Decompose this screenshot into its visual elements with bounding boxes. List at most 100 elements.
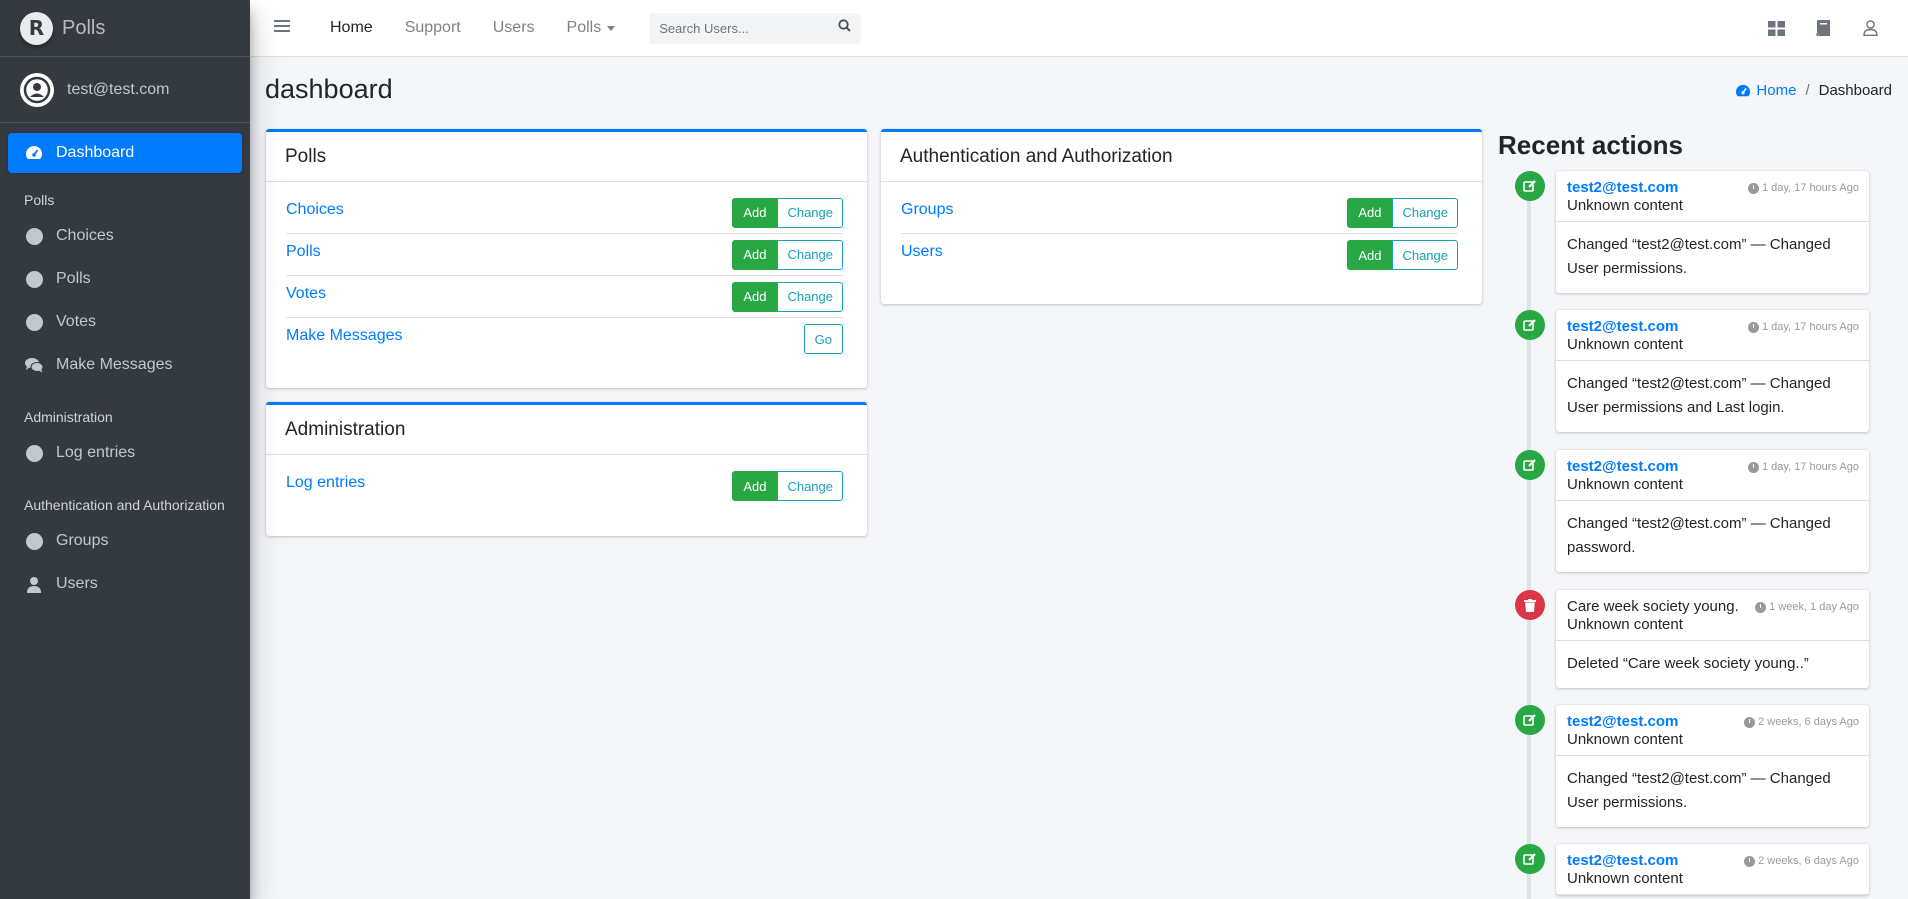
table-row: Groups Add Change [901,192,1458,234]
timeline-content-type: Unknown content [1567,731,1683,748]
circle-icon [24,269,44,289]
timeline-header: test2@test.com Unknown content 1 day, 17… [1556,450,1869,501]
circle-icon [24,312,44,332]
change-button[interactable]: Change [1392,240,1458,270]
nav-home-link[interactable]: Home [330,19,373,37]
add-button[interactable]: Add [732,239,778,270]
card-body: Log entries Add Change [266,455,867,517]
clock-icon [1747,461,1759,473]
model-link-users[interactable]: Users [901,243,943,261]
sidebar-item-make-messages[interactable]: Make Messages [8,345,242,385]
edit-icon [1515,450,1545,480]
sidebar-item-log-entries[interactable]: Log entries [8,433,242,473]
circle-icon [24,531,44,551]
timeline-content-type: Unknown content [1567,336,1683,353]
brand-link[interactable]: R Polls [0,0,250,57]
add-button[interactable]: Add [732,471,778,501]
clock-icon [1747,321,1759,333]
card-title: Administration [266,405,867,455]
menu-toggle-icon[interactable] [274,19,296,38]
add-button[interactable]: Add [732,281,778,312]
nav-users-link[interactable]: Users [493,19,535,37]
sidebar-item-polls[interactable]: Polls [8,259,242,299]
sidebar-item-label: Dashboard [56,144,135,161]
add-button[interactable]: Add [1347,240,1393,270]
circle-icon [24,443,44,463]
sidebar-item-label: Groups [56,532,109,549]
timeline-time: 1 day, 17 hours Ago [1747,182,1859,194]
change-button[interactable]: Change [1392,197,1458,228]
th-large-icon[interactable] [1766,18,1786,38]
user-icon [24,574,44,594]
timeline-card: Care week society young. Unknown content… [1556,590,1869,688]
sidebar-item-label: Votes [56,313,97,330]
model-link-votes[interactable]: Votes [286,285,326,303]
timeline-message: Changed “test2@test.com” — Changed passw… [1567,515,1831,556]
user-panel[interactable]: test@test.com [0,57,250,123]
table-row: Log entries Add Change [286,465,843,507]
change-button[interactable]: Change [777,239,843,270]
nav-support-link[interactable]: Support [405,19,461,37]
breadcrumb-home-label: Home [1756,82,1797,99]
timeline-header: test2@test.com Unknown content 1 day, 17… [1556,310,1869,361]
search-input[interactable] [659,20,839,36]
sidebar-item-label: Log entries [56,444,136,461]
model-link-log-entries[interactable]: Log entries [286,474,365,492]
nav-polls-label: Polls [566,19,602,36]
change-button[interactable]: Change [777,471,843,501]
auth-card: Authentication and Authorization Groups … [881,129,1482,304]
table-row: Votes Add Change [286,276,843,318]
table-row: Choices Add Change [286,192,843,234]
timeline-time: 1 day, 17 hours Ago [1747,461,1859,473]
model-link-groups[interactable]: Groups [901,201,953,219]
sidebar-item-groups[interactable]: Groups [8,521,242,561]
edit-icon [1515,310,1545,340]
change-button[interactable]: Change [777,281,843,312]
timeline-card: test2@test.com Unknown content 1 day, 17… [1556,171,1869,293]
timeline-line [1527,175,1531,899]
timeline-card: test2@test.com Unknown content 1 day, 17… [1556,450,1869,572]
timeline-content-type: Unknown content [1567,476,1683,493]
add-button[interactable]: Add [1347,197,1393,228]
sidebar-item-label: Choices [56,227,114,244]
timeline-time: 1 day, 17 hours Ago [1747,321,1859,333]
timeline-content-type: Unknown content [1567,197,1683,214]
model-link-polls[interactable]: Polls [286,243,321,261]
sidebar-item-label: Polls [56,270,91,287]
card-body: Groups Add Change Users Add Change [881,182,1482,286]
add-button[interactable]: Add [732,197,778,228]
sidebar-item-dashboard[interactable]: Dashboard [8,133,242,173]
edit-icon [1515,844,1545,874]
timeline-message: Deleted “Care week society young..” [1567,655,1809,672]
search-icon[interactable] [838,19,851,37]
brand-name: Polls [62,16,106,39]
timeline-header: test2@test.com Unknown content 1 day, 17… [1556,171,1869,222]
breadcrumb-home-link[interactable]: Home [1735,82,1796,99]
book-icon[interactable] [1813,18,1833,38]
clock-icon [1747,182,1759,194]
timeline-header: test2@test.com Unknown content 2 weeks, … [1556,844,1869,895]
clock-icon [1755,601,1767,613]
timeline-message: Changed “test2@test.com” — Changed User … [1567,236,1831,277]
table-row: Make Messages Go [286,318,843,360]
edit-icon [1515,171,1545,201]
sidebar-item-choices[interactable]: Choices [8,216,242,256]
model-link-choices[interactable]: Choices [286,201,344,219]
sidebar-item-users[interactable]: Users [8,564,242,604]
sidebar-item-votes[interactable]: Votes [8,302,242,342]
clock-icon [1744,716,1756,728]
sidebar-header-polls: Polls [24,192,55,208]
nav-polls-dropdown[interactable]: Polls [567,19,616,37]
timeline-header: test2@test.com Unknown content 2 weeks, … [1556,705,1869,756]
timeline-message: Changed “test2@test.com” — Changed User … [1567,770,1831,811]
table-row: Users Add Change [901,234,1458,276]
change-button[interactable]: Change [777,197,843,228]
model-link-make-messages[interactable]: Make Messages [286,327,403,345]
sidebar-header-auth: Authentication and Authorization [24,497,225,513]
user-profile-icon[interactable] [1860,18,1880,38]
user-avatar-icon [20,72,54,107]
sidebar-header-administration: Administration [24,409,113,425]
top-navbar: Home Support Users Polls [250,0,1908,57]
polls-card: Polls Choices Add Change Polls Add Change … [266,129,867,388]
go-button[interactable]: Go [803,324,843,354]
